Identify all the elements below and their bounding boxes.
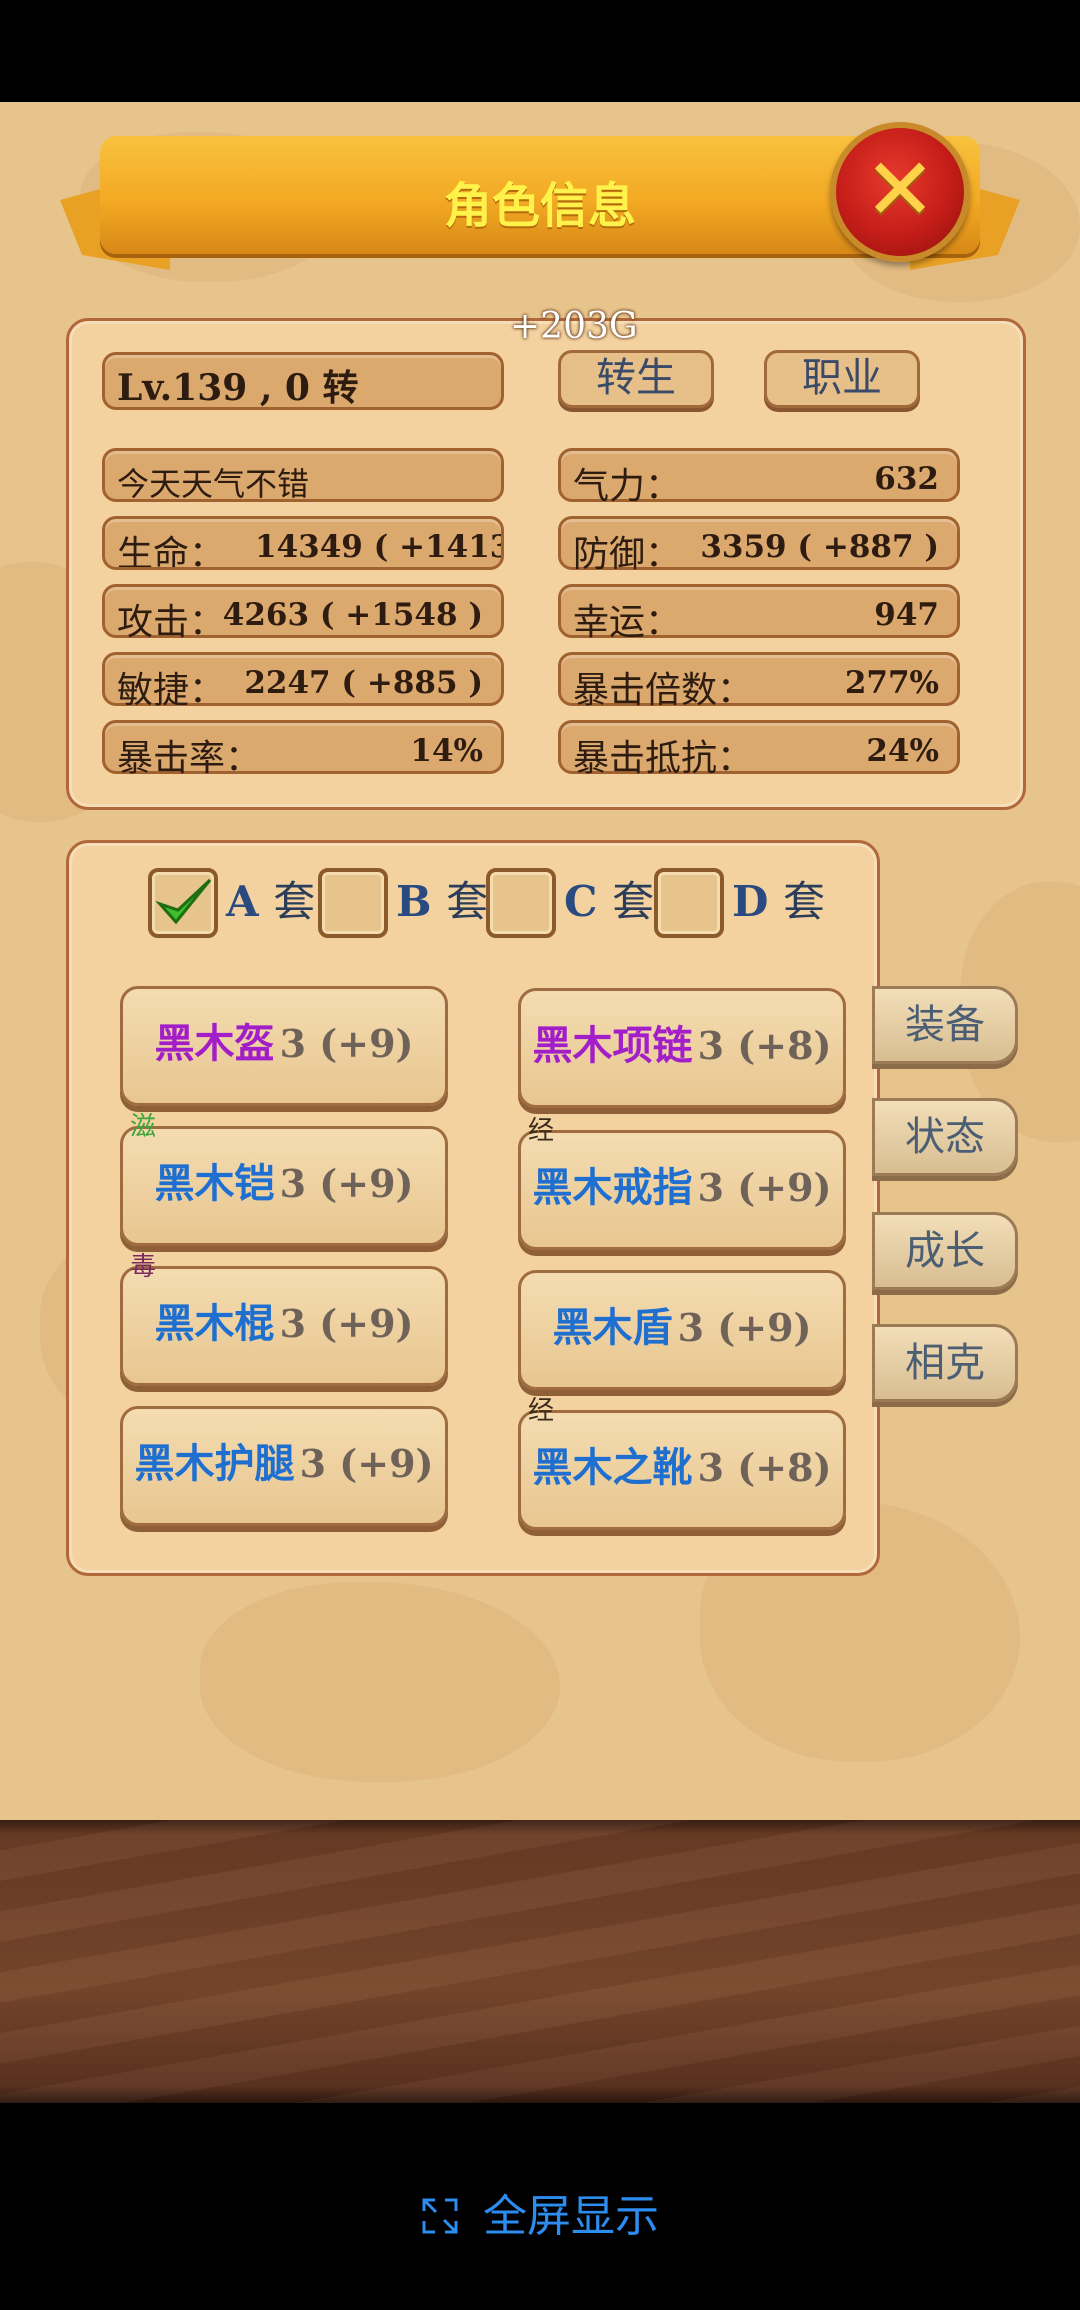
fullscreen-label: 全屏显示 [483, 2191, 659, 2242]
stat-label: 暴击抵抗： [573, 738, 754, 779]
equip-level: 3 (+8) [697, 1023, 832, 1068]
equip-name: 黑木项链 [532, 1022, 693, 1069]
rebirth-button[interactable]: 转生 [558, 350, 714, 408]
set-d-checkbox[interactable] [654, 868, 724, 938]
equip-name: 黑木盔 [154, 1020, 275, 1067]
level-field: Lv.139 , 0 转 [102, 352, 504, 410]
stat-energy: 气力： 632 [558, 448, 960, 507]
set-word: 套 [783, 877, 826, 926]
equip-slot-armor[interactable]: 黑木铠 3 (+9) [120, 1126, 448, 1246]
equip-slot-shield[interactable]: 黑木盾 3 (+9) [518, 1270, 846, 1390]
equip-level: 3 (+8) [697, 1445, 832, 1490]
equip-level: 3 (+9) [279, 1161, 414, 1206]
set-c-checkbox[interactable] [486, 868, 556, 938]
motto-field: 今天天气不错 [102, 448, 504, 503]
stat-agility: 敏捷： 2247 ( +885 ) [102, 652, 504, 711]
equip-level: 3 (+9) [279, 1021, 414, 1066]
set-b-label[interactable]: B 套 [396, 868, 488, 929]
bottom-wood-bar [0, 1820, 1080, 2103]
equip-slot-boots[interactable]: 黑木之靴 3 (+8) [518, 1410, 846, 1530]
close-x-icon: ✕ [863, 140, 937, 240]
tab-growth[interactable]: 成长 [872, 1212, 1018, 1290]
tab-counter[interactable]: 相克 [872, 1324, 1018, 1402]
level-text: Lv.139 , 0 转 [117, 367, 359, 409]
equip-name: 黑木戒指 [532, 1164, 693, 1211]
bg-stone [200, 1582, 560, 1782]
equip-slot-helmet[interactable]: 黑木盔 3 (+9) [120, 986, 448, 1106]
equip-slot-ring[interactable]: 黑木戒指 3 (+9) [518, 1130, 846, 1250]
set-d-label[interactable]: D 套 [732, 868, 825, 929]
stat-label: 敏捷： [117, 670, 226, 711]
stat-value: 4263 ( +1548 ) [222, 597, 483, 633]
stat-label: 防御： [573, 534, 682, 575]
stat-value: 14% [410, 733, 483, 769]
equip-name: 黑木棍 [154, 1300, 275, 1347]
set-letter: C [564, 877, 598, 926]
fullscreen-button[interactable]: 全屏显示 [0, 2180, 1080, 2244]
equip-slot-leggings[interactable]: 黑木护腿 3 (+9) [120, 1406, 448, 1526]
set-c-label[interactable]: C 套 [564, 868, 654, 929]
stat-luck: 幸运： 947 [558, 584, 960, 643]
stat-value: 3359 ( +887 ) [700, 529, 939, 565]
equip-slot-necklace[interactable]: 黑木项链 3 (+8) [518, 988, 846, 1108]
checkmark-icon [155, 878, 212, 925]
equip-level: 3 (+9) [697, 1165, 832, 1210]
motto-text: 今天天气不错 [117, 465, 310, 503]
stat-crit-resist: 暴击抵抗： 24% [558, 720, 960, 779]
gold-gain-popup: +203G [510, 306, 638, 347]
stat-label: 气力： [573, 466, 682, 507]
equip-name: 黑木盾 [552, 1304, 673, 1351]
stat-attack: 攻击： 4263 ( +1548 ) [102, 584, 504, 643]
close-button[interactable]: ✕ [830, 122, 970, 262]
stat-label: 暴击倍数： [573, 670, 754, 711]
equip-effect-tag: 毒 [130, 1252, 157, 1282]
stat-crit-multiplier: 暴击倍数： 277% [558, 652, 960, 711]
stat-value: 947 [874, 597, 939, 633]
fullscreen-icon [422, 2198, 458, 2234]
equip-level: 3 (+9) [279, 1301, 414, 1346]
set-b-checkbox[interactable] [318, 868, 388, 938]
stat-value: 2247 ( +885 ) [244, 665, 483, 701]
class-button[interactable]: 职业 [764, 350, 920, 408]
equip-level: 3 (+9) [677, 1305, 812, 1350]
stat-label: 暴击率： [117, 738, 262, 779]
tab-status[interactable]: 状态 [872, 1098, 1018, 1176]
stat-hp: 生命： 14349 ( +14133 [102, 516, 504, 570]
stat-value: 277% [844, 665, 939, 701]
set-a-checkbox[interactable] [148, 868, 218, 938]
equip-effect-tag: 滋 [130, 1112, 157, 1142]
equip-name: 黑木之靴 [532, 1444, 693, 1491]
equip-name: 黑木铠 [154, 1160, 275, 1207]
stat-crit-rate: 暴击率： 14% [102, 720, 504, 779]
set-word: 套 [446, 877, 489, 926]
stat-label: 幸运： [573, 602, 682, 643]
tab-equipment[interactable]: 装备 [872, 986, 1018, 1064]
set-word: 套 [273, 877, 316, 926]
equip-name: 黑木护腿 [134, 1440, 295, 1487]
equip-effect-tag: 经 [528, 1396, 555, 1426]
stat-value: 14349 ( +14133 [255, 529, 501, 565]
stat-value: 24% [866, 733, 939, 769]
stat-label: 攻击： [117, 602, 226, 643]
stat-defense: 防御： 3359 ( +887 ) [558, 516, 960, 575]
set-a-label[interactable]: A 套 [226, 868, 315, 929]
equip-level: 3 (+9) [299, 1441, 434, 1486]
set-word: 套 [612, 877, 655, 926]
equip-slot-weapon[interactable]: 黑木棍 3 (+9) [120, 1266, 448, 1386]
set-letter: D [732, 877, 769, 926]
stat-label: 生命： [117, 534, 226, 570]
stat-value: 632 [874, 461, 939, 497]
set-letter: A [226, 877, 259, 926]
equip-effect-tag: 经 [528, 1116, 555, 1146]
set-letter: B [396, 877, 432, 926]
